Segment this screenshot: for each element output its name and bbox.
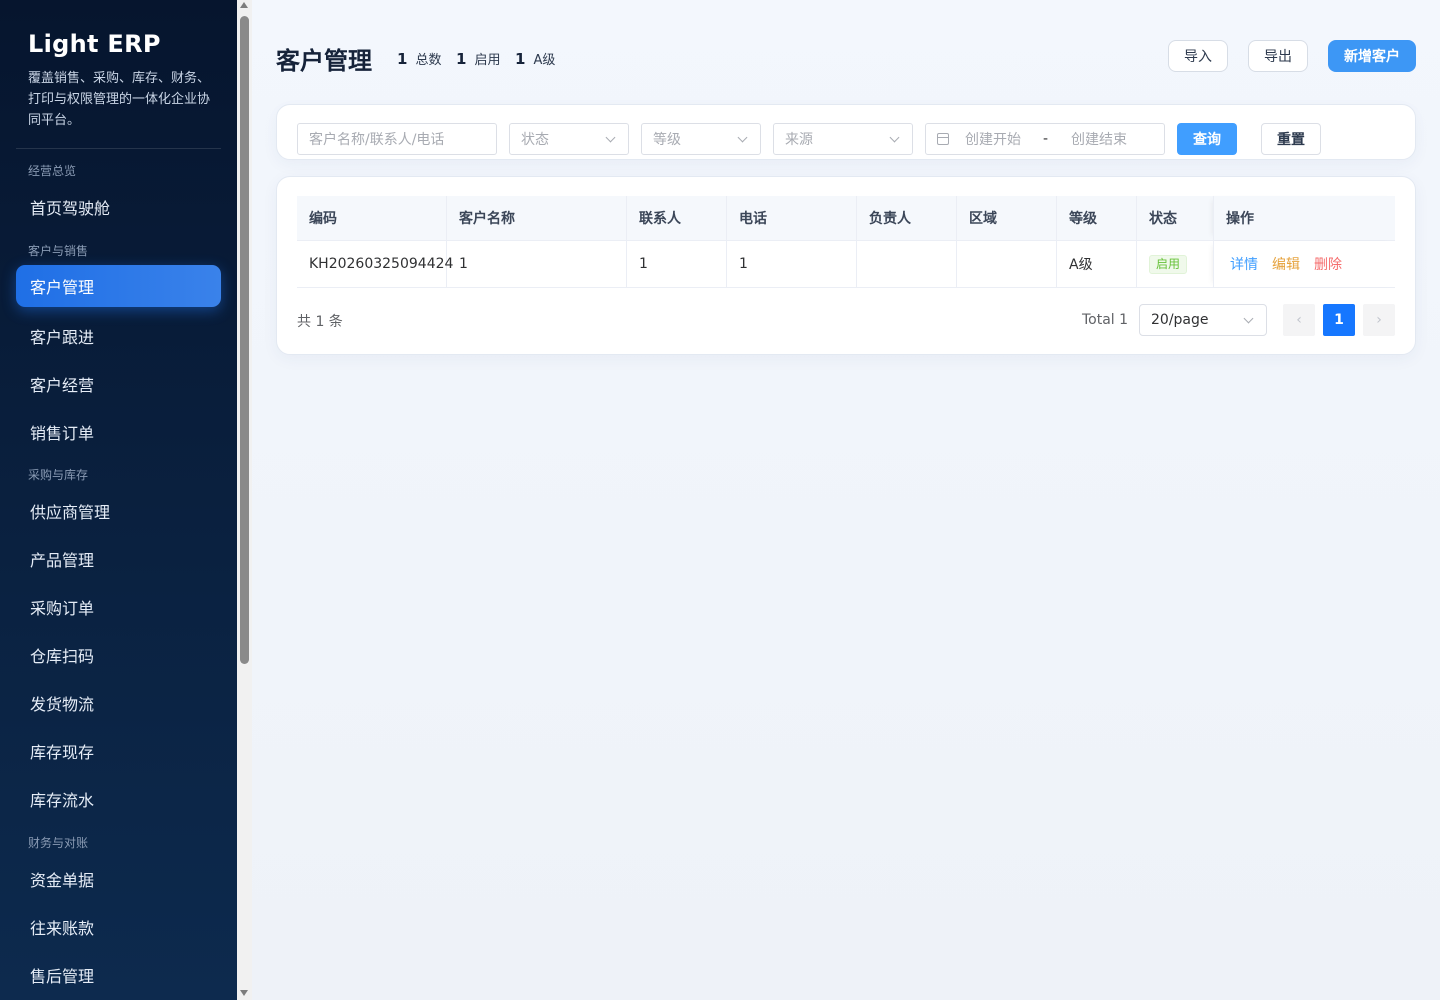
stat-a-level: 1 A级 <box>515 49 555 68</box>
column-header-actions: 操作 <box>1213 196 1395 240</box>
next-page-button[interactable]: › <box>1363 304 1395 336</box>
stat-total-value: 1 <box>397 50 408 68</box>
table-row: KH20260325094424 1 1 1 A级 启用 详情 编辑 删除 <box>297 241 1395 288</box>
sidebar-item-purchase-orders[interactable]: 采购订单 <box>16 586 221 628</box>
chevron-down-icon <box>1243 313 1254 324</box>
cell-level: A级 <box>1057 241 1137 287</box>
cell-code: KH20260325094424 <box>297 241 453 287</box>
reset-button[interactable]: 重置 <box>1261 123 1321 155</box>
level-select[interactable]: 等级 <box>641 123 761 155</box>
brand-description: 覆盖销售、采购、库存、财务、打印与权限管理的一体化企业协同平台。 <box>28 71 211 128</box>
chevron-left-icon: ‹ <box>1296 312 1302 328</box>
date-range-picker[interactable]: 创建开始 - 创建结束 <box>925 123 1165 155</box>
sidebar: Light ERP 覆盖销售、采购、库存、财务、打印与权限管理的一体化企业协同平… <box>0 0 237 1000</box>
nav-group-customer-sales: 客户与销售 <box>28 244 89 258</box>
detail-link[interactable]: 详情 <box>1230 254 1258 274</box>
divider <box>16 148 221 149</box>
export-button[interactable]: 导出 <box>1248 40 1308 72</box>
chevron-down-icon <box>737 132 748 143</box>
sidebar-item-sales-orders[interactable]: 销售订单 <box>16 411 221 453</box>
date-end-placeholder: 创建结束 <box>1071 132 1127 148</box>
stat-enabled: 1 启用 <box>456 49 500 68</box>
brand-title: Light ERP <box>28 30 161 58</box>
table-card: 编码 客户名称 联系人 电话 负责人 区域 等级 状态 操作 KH2026032… <box>276 176 1416 355</box>
status-select[interactable]: 状态 <box>509 123 629 155</box>
column-header-level: 等级 <box>1057 196 1137 240</box>
sidebar-item-suppliers[interactable]: 供应商管理 <box>16 490 221 532</box>
stat-a-level-value: 1 <box>515 50 526 68</box>
column-header-phone: 电话 <box>727 196 857 240</box>
column-header-region: 区域 <box>957 196 1057 240</box>
source-select-placeholder: 来源 <box>785 132 813 148</box>
status-select-placeholder: 状态 <box>521 132 549 148</box>
nav-group-finance: 财务与对账 <box>28 836 89 850</box>
add-customer-button[interactable]: 新增客户 <box>1328 40 1416 72</box>
page-size-select[interactable]: 20/page <box>1139 304 1267 336</box>
date-start-placeholder: 创建开始 <box>965 132 1021 148</box>
cell-region <box>957 241 1057 287</box>
date-separator: - <box>1043 131 1049 147</box>
chevron-down-icon <box>605 132 616 143</box>
column-header-name: 客户名称 <box>447 196 627 240</box>
import-button[interactable]: 导入 <box>1168 40 1228 72</box>
status-badge: 启用 <box>1149 254 1188 274</box>
sidebar-item-after-sales[interactable]: 售后管理 <box>16 954 221 996</box>
delete-link[interactable]: 删除 <box>1314 254 1342 274</box>
sidebar-item-accounts[interactable]: 往来账款 <box>16 906 221 948</box>
cell-phone: 1 <box>727 241 857 287</box>
record-count: 共 1 条 <box>297 314 343 330</box>
edit-link[interactable]: 编辑 <box>1272 254 1300 274</box>
nav-group-overview: 经营总览 <box>28 164 77 178</box>
cell-name: 1 <box>447 241 627 287</box>
stat-enabled-value: 1 <box>456 50 467 68</box>
source-select[interactable]: 来源 <box>773 123 913 155</box>
prev-page-button[interactable]: ‹ <box>1283 304 1315 336</box>
page-number-1[interactable]: 1 <box>1323 304 1355 336</box>
sidebar-item-dashboard[interactable]: 首页驾驶舱 <box>16 186 221 228</box>
sidebar-item-stock-flow[interactable]: 库存流水 <box>16 778 221 820</box>
scroll-down-icon[interactable] <box>240 990 248 996</box>
column-header-contact: 联系人 <box>627 196 727 240</box>
stat-total-label: 总数 <box>415 53 442 68</box>
sidebar-item-stock-current[interactable]: 库存现存 <box>16 730 221 772</box>
cell-contact: 1 <box>627 241 727 287</box>
sidebar-item-fund-documents[interactable]: 资金单据 <box>16 858 221 900</box>
query-button[interactable]: 查询 <box>1177 123 1237 155</box>
sidebar-item-warehouse-scan[interactable]: 仓库扫码 <box>16 634 221 676</box>
column-header-status: 状态 <box>1149 211 1177 227</box>
scroll-thumb[interactable] <box>240 16 249 664</box>
scroll-up-icon[interactable] <box>240 2 248 8</box>
stat-total: 1 总数 <box>397 49 441 68</box>
nav-group-purchase-inventory: 采购与库存 <box>28 468 89 482</box>
page-size-value: 20/page <box>1151 312 1209 328</box>
sidebar-item-customer-followup[interactable]: 客户跟进 <box>16 315 221 357</box>
table-header-row: 编码 客户名称 联系人 电话 负责人 区域 等级 状态 操作 <box>297 196 1395 241</box>
cell-actions: 详情 编辑 删除 <box>1213 241 1395 287</box>
stat-a-level-label: A级 <box>533 53 556 68</box>
customer-table: 编码 客户名称 联系人 电话 负责人 区域 等级 状态 操作 KH2026032… <box>297 196 1395 288</box>
level-select-placeholder: 等级 <box>653 132 681 148</box>
sidebar-scrollbar[interactable] <box>237 0 252 1000</box>
stat-enabled-label: 启用 <box>474 53 501 68</box>
filter-card: 客户名称/联系人/电话 状态 等级 来源 创建开始 - 创建结束 查询 重置 <box>276 104 1416 160</box>
cell-status: 启用 <box>1137 241 1213 287</box>
sidebar-item-customer-operation[interactable]: 客户经营 <box>16 363 221 405</box>
keyword-search-input[interactable]: 客户名称/联系人/电话 <box>297 123 497 155</box>
calendar-icon <box>937 133 949 145</box>
column-header-owner: 负责人 <box>857 196 957 240</box>
column-header-code: 编码 <box>297 196 447 240</box>
cell-owner <box>857 241 957 287</box>
pagination-total: Total 1 <box>1082 312 1129 328</box>
sidebar-item-customer-management[interactable]: 客户管理 <box>16 265 221 307</box>
sidebar-item-products[interactable]: 产品管理 <box>16 538 221 580</box>
chevron-right-icon: › <box>1376 312 1382 328</box>
chevron-down-icon <box>889 132 900 143</box>
page-title: 客户管理 <box>276 47 372 75</box>
sidebar-item-shipping[interactable]: 发货物流 <box>16 682 221 724</box>
